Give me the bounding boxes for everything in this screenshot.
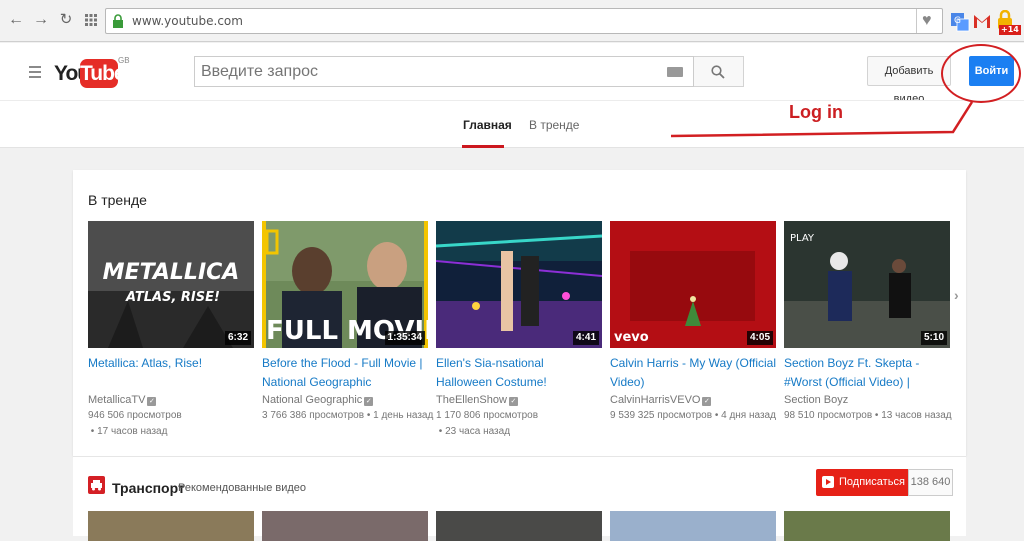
video-tile[interactable]: PLAY 5:10 Section Boyz Ft. Skepta - #Wor… xyxy=(784,221,952,424)
thumb-metallica-text: METALLICA xyxy=(103,260,240,285)
tab-trending[interactable]: В тренде xyxy=(529,118,579,132)
upload-age: 17 часов назад xyxy=(97,426,168,437)
video-thumbnail[interactable] xyxy=(784,511,950,541)
bookmark-heart-icon[interactable]: ♥ xyxy=(922,12,932,30)
subscribe-button[interactable]: Подписаться xyxy=(816,469,908,496)
video-thumbnail[interactable]: FULL MOVIE 1:35:34 xyxy=(262,221,428,348)
subscribe-label: Подписаться xyxy=(839,476,905,488)
video-thumbnail[interactable]: METALLICA ATLAS, RISE! 6:32 xyxy=(88,221,254,348)
search-box xyxy=(194,56,694,87)
address-bar[interactable]: www.youtube.com ♥ xyxy=(105,8,943,34)
extension-badge: +14 xyxy=(999,25,1021,35)
video-thumbnail[interactable]: 4:41 xyxy=(436,221,602,348)
channel-name[interactable]: CalvinHarrisVEVO xyxy=(610,394,700,406)
thumb-play-text: PLAY xyxy=(790,233,815,244)
verified-check-icon: ✓ xyxy=(702,397,712,406)
video-duration: 5:10 xyxy=(920,331,947,345)
upload-video-button[interactable]: Добавить видео xyxy=(867,56,951,105)
trending-shelf: В тренде METALLICA ATLAS, RISE! 6:32 Met… xyxy=(73,170,966,456)
logo-tube: Tube xyxy=(80,59,126,88)
vevo-logo: vevo xyxy=(614,330,649,345)
video-title[interactable]: Section Boyz Ft. Skepta - #Worst (Offici… xyxy=(784,354,950,392)
view-count: 9 539 325 просмотров xyxy=(610,410,713,421)
channel-shelf-title[interactable]: Транспорт xyxy=(112,480,185,496)
video-thumbnail[interactable] xyxy=(436,511,602,541)
video-tile[interactable]: 4:41 Ellen's Sia-nsational Halloween Cos… xyxy=(436,221,602,440)
car-channel-icon[interactable] xyxy=(88,476,105,494)
view-count: 1 170 806 просмотров xyxy=(436,410,539,421)
back-arrow-icon[interactable]: ← xyxy=(7,10,25,30)
video-duration: 6:32 xyxy=(224,331,251,345)
video-duration: 4:41 xyxy=(572,331,599,345)
video-tile[interactable]: METALLICA ATLAS, RISE! 6:32 Metallica: A… xyxy=(88,221,254,440)
video-title[interactable]: Before the Flood - Full Movie | National… xyxy=(262,354,428,392)
browser-toolbar: ← → ↻ www.youtube.com ♥ G +14 xyxy=(0,0,1024,42)
tab-home[interactable]: Главная xyxy=(463,118,512,132)
channel-shelf-subtitle: Рекомендованные видео xyxy=(178,482,307,494)
channel-name[interactable]: MetallicaTV xyxy=(88,394,145,406)
video-title[interactable]: Metallica: Atlas, Rise! xyxy=(88,354,254,392)
upload-age: 13 часов назад xyxy=(881,410,952,421)
guide-menu-icon[interactable] xyxy=(29,66,41,81)
search-input[interactable] xyxy=(195,57,655,86)
forward-arrow-icon[interactable]: → xyxy=(32,10,50,30)
shelf-title[interactable]: В тренде xyxy=(88,192,147,208)
apps-grid-icon[interactable] xyxy=(82,10,100,30)
gmail-extension-icon[interactable] xyxy=(972,10,992,32)
video-duration: 1:35:34 xyxy=(384,331,425,345)
annotation-label: Log in xyxy=(789,102,843,122)
upload-age: 4 дня назад xyxy=(721,410,776,421)
video-tile[interactable]: FULL MOVIE 1:35:34 Before the Flood - Fu… xyxy=(262,221,433,424)
masthead: You Tube GB Добавить видео Войти xyxy=(0,43,1024,105)
video-thumbnail[interactable] xyxy=(262,511,428,541)
thumb-atlas-text: ATLAS, RISE! xyxy=(125,290,220,305)
video-thumbnail[interactable] xyxy=(610,511,776,541)
video-duration: 4:05 xyxy=(746,331,773,345)
video-title[interactable]: Ellen's Sia-nsational Halloween Costume! xyxy=(436,354,602,392)
channel-name[interactable]: National Geographic xyxy=(262,394,362,406)
svg-text:G: G xyxy=(954,16,961,26)
video-title[interactable]: Calvin Harris - My Way (Official Video) xyxy=(610,354,776,392)
annotation-circle xyxy=(941,44,1021,103)
verified-check-icon: ✓ xyxy=(508,397,518,406)
address-divider xyxy=(916,9,917,33)
upload-age: 1 день назад xyxy=(373,410,434,421)
video-thumbnail[interactable]: vevo 4:05 xyxy=(610,221,776,348)
subscriber-count: 138 640 xyxy=(908,469,953,496)
keyboard-icon[interactable] xyxy=(667,67,683,77)
url-text: www.youtube.com xyxy=(132,14,243,28)
region-label: GB xyxy=(118,56,130,65)
video-thumbnail[interactable] xyxy=(88,511,254,541)
video-tile[interactable]: vevo 4:05 Calvin Harris - My Way (Offici… xyxy=(610,221,776,424)
view-count: 3 766 386 просмотров xyxy=(262,410,365,421)
secure-lock-icon xyxy=(113,14,123,28)
video-thumbnail[interactable]: PLAY 5:10 xyxy=(784,221,950,348)
channel-name[interactable]: TheEllenShow xyxy=(436,394,507,406)
upload-age: 23 часа назад xyxy=(445,426,511,437)
channel-shelf: Транспорт Рекомендованные видео Подписат… xyxy=(73,456,966,541)
shelf-next-chevron-icon[interactable]: › xyxy=(954,287,959,303)
view-count: 98 510 просмотров xyxy=(784,410,873,421)
search-button[interactable] xyxy=(694,56,744,87)
reload-icon[interactable]: ↻ xyxy=(57,10,75,30)
active-tab-underline xyxy=(462,145,504,148)
view-count: 946 506 просмотров xyxy=(88,410,182,421)
channel-name[interactable]: Section Boyz xyxy=(784,394,848,406)
youtube-play-icon xyxy=(822,476,834,488)
translate-extension-icon[interactable]: G xyxy=(950,10,970,32)
verified-check-icon: ✓ xyxy=(147,397,157,406)
verified-check-icon: ✓ xyxy=(364,397,374,406)
search-icon xyxy=(711,65,725,79)
